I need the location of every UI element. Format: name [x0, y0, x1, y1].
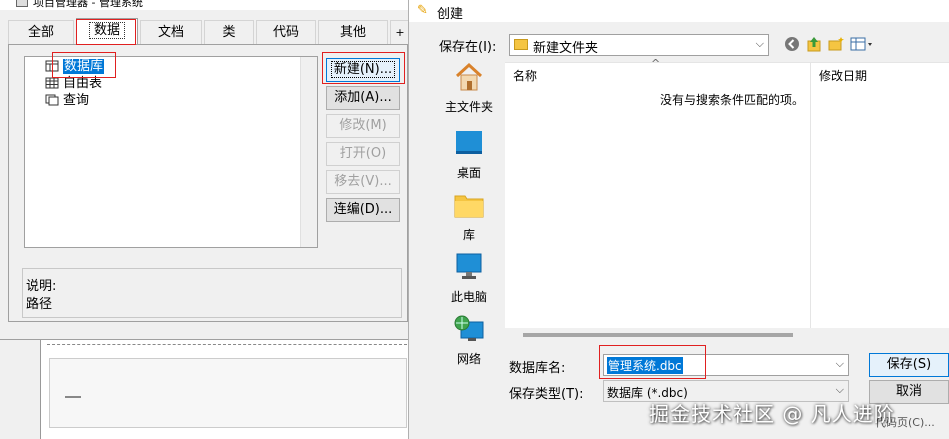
annotation-box-new-button: [322, 52, 405, 84]
pm-tabs: 全部 数据 文档 类 代码 其他 +: [8, 18, 410, 45]
network-icon: [454, 315, 484, 341]
dash-mark: [65, 396, 81, 398]
chevron-down-icon: ⌵: [755, 37, 764, 50]
chevron-down-icon: ⌵: [835, 383, 844, 396]
dialog-title: 创建: [437, 7, 464, 22]
column-separator[interactable]: [810, 63, 811, 329]
place-home[interactable]: 主文件夹: [431, 62, 507, 122]
place-this-pc[interactable]: 此电脑: [431, 252, 507, 312]
query-icon: [45, 94, 59, 106]
column-header-name[interactable]: 名称: [513, 67, 537, 84]
tab-code[interactable]: 代码: [256, 20, 316, 44]
place-libraries[interactable]: 库: [431, 190, 507, 250]
app-icon: [16, 0, 28, 7]
desktop-icon: [456, 131, 482, 154]
path-label: 路径: [26, 297, 53, 312]
computer-icon: [456, 253, 482, 279]
filename-label: 数据库名:: [509, 361, 566, 376]
watermark: 掘金技术社区 @ 凡人进阶: [649, 402, 895, 426]
save-in-value: 新建文件夹: [533, 41, 599, 56]
tab-documents[interactable]: 文档: [140, 20, 202, 44]
ruler: [47, 344, 407, 356]
pm-title: 项目管理器 - 管理系统: [33, 0, 143, 9]
open-button[interactable]: 打开(O): [326, 142, 400, 166]
tab-overflow-button[interactable]: +: [390, 20, 410, 44]
save-button[interactable]: 保存(S): [869, 353, 949, 377]
build-button[interactable]: 连编(D)...: [326, 198, 400, 222]
save-in-label: 保存在(I):: [439, 40, 497, 55]
places-bar: 主文件夹 桌面 库 此电脑 网络: [431, 62, 507, 372]
empty-message: 没有与搜索条件匹配的项。: [660, 93, 805, 107]
place-network[interactable]: 网络: [431, 314, 507, 374]
add-button[interactable]: 添加(A)...: [326, 86, 400, 110]
annotation-box-database: [52, 52, 116, 78]
save-in-dropdown[interactable]: 新建文件夹 ⌵: [509, 34, 769, 56]
project-tree[interactable]: 数据库 自由表 查询: [24, 56, 318, 248]
view-menu-icon[interactable]: [849, 36, 879, 54]
home-icon: [455, 62, 483, 91]
file-list[interactable]: 名称 ^ 修改日期 没有与搜索条件匹配的项。: [505, 57, 949, 329]
annotation-box-filename: [599, 345, 706, 379]
filetype-label: 保存类型(T):: [509, 387, 584, 402]
table-icon: [45, 77, 59, 89]
tab-other[interactable]: 其他: [318, 20, 388, 44]
new-folder-icon[interactable]: [827, 36, 845, 54]
folder-icon: [514, 39, 528, 50]
horizontal-scrollbar[interactable]: [505, 328, 949, 342]
project-manager-window: 项目管理器 - 管理系统 全部 数据 文档 类 代码 其他 + 数据库 自由表 …: [0, 0, 410, 340]
pm-titlebar: 项目管理器 - 管理系统: [0, 0, 410, 10]
back-icon[interactable]: [783, 36, 801, 54]
place-desktop[interactable]: 桌面: [431, 128, 507, 188]
sort-ascending-icon: ^: [651, 57, 661, 70]
dialog-titlebar: ✎ 创建: [409, 0, 949, 22]
tab-all[interactable]: 全部: [8, 20, 74, 44]
description-panel: 说明: 路径: [22, 268, 402, 318]
column-header-date[interactable]: 修改日期: [819, 67, 867, 84]
annotation-box-data-tab: [76, 19, 136, 45]
scrollbar-thumb[interactable]: [523, 333, 793, 337]
app-icon: ✎: [417, 3, 428, 18]
library-icon: [454, 195, 484, 218]
up-folder-icon[interactable]: [805, 36, 823, 54]
background-window-content: [49, 358, 407, 428]
description-label: 说明:: [26, 279, 57, 294]
background-window: [40, 340, 410, 439]
create-dialog: ✎ 创建 保存在(I): 新建文件夹 ⌵ 主文件夹 桌面 库 此电脑 网络 名称…: [408, 0, 949, 439]
remove-button[interactable]: 移去(V)...: [326, 170, 400, 194]
chevron-down-icon[interactable]: ⌵: [836, 357, 844, 371]
modify-button[interactable]: 修改(M): [326, 114, 400, 138]
tab-classes[interactable]: 类: [204, 20, 254, 44]
tree-item-query[interactable]: 查询: [45, 92, 89, 109]
tree-scrollbar[interactable]: [300, 57, 317, 247]
